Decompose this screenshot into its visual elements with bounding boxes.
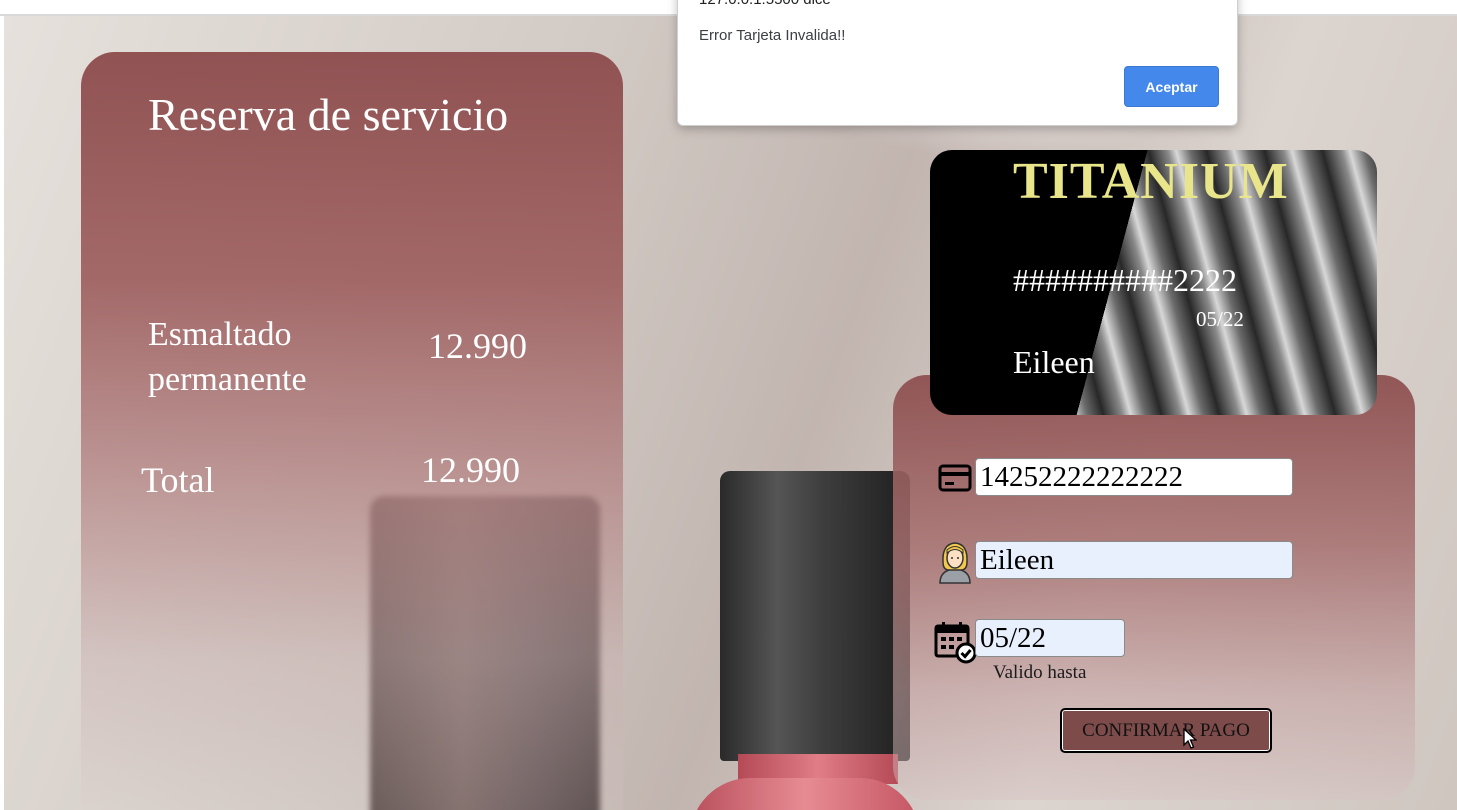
nail-polish-bottle-cap: [720, 471, 910, 761]
dialog-origin: 127.0.0.1:5500 dice: [699, 0, 831, 8]
total-label: Total: [141, 460, 215, 500]
expiry-date-input[interactable]: [975, 619, 1125, 657]
service-price: 12.990: [428, 326, 527, 366]
service-summary-panel: [81, 52, 623, 810]
card-holder-name: Eileen: [1013, 344, 1095, 380]
card-brand: TITANIUM: [1013, 153, 1289, 210]
confirm-payment-button[interactable]: CONFIRMAR PAGO: [1060, 708, 1272, 753]
user-avatar-icon: [937, 540, 973, 589]
dialog-accept-button[interactable]: Aceptar: [1124, 66, 1219, 107]
card-expiry: 05/22: [1196, 307, 1244, 331]
expiry-label: Valido hasta: [993, 662, 1087, 683]
nail-polish-bottle-body: [690, 778, 920, 810]
summary-title: Reserva de servicio: [148, 89, 509, 140]
credit-card-icon: [938, 463, 972, 498]
card-number-masked: ##########2222: [1013, 262, 1237, 298]
card-number-input[interactable]: [975, 458, 1293, 496]
calendar-check-icon: [933, 620, 977, 669]
alert-dialog: 127.0.0.1:5500 dice Error Tarjeta Invali…: [677, 0, 1238, 126]
total-price: 12.990: [421, 450, 520, 490]
cardholder-name-input[interactable]: [975, 541, 1293, 579]
mouse-cursor-icon: [1183, 727, 1198, 755]
service-name: Esmaltado permanente: [148, 316, 307, 398]
dialog-message: Error Tarjeta Invalida!!: [699, 27, 846, 44]
